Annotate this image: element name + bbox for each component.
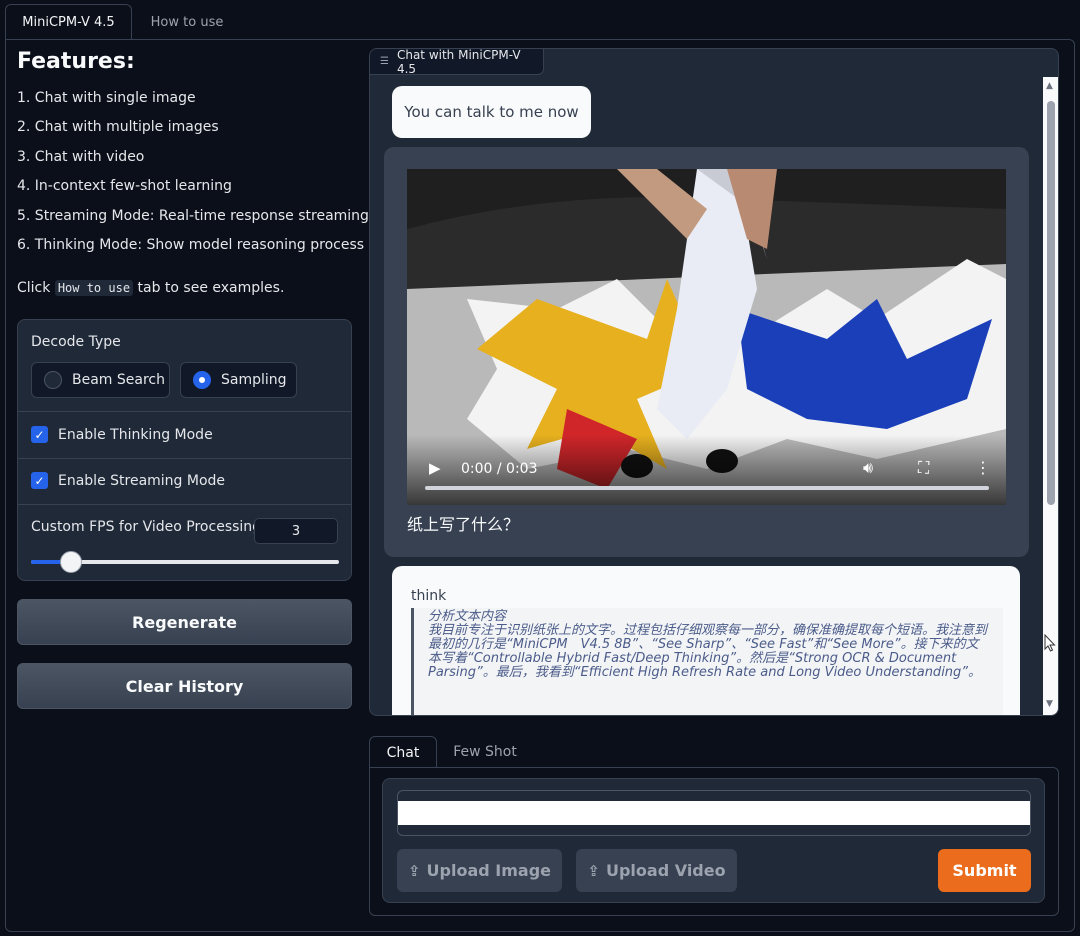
message-input[interactable] [397, 790, 1031, 836]
feature-item: 3. Chat with video [17, 149, 145, 165]
thinking-mode-checkbox-row[interactable]: ✓ Enable Thinking Mode [31, 426, 213, 443]
checkbox-label: Enable Streaming Mode [58, 472, 226, 489]
mouse-cursor-icon [1044, 634, 1056, 652]
upload-icon: ⇪ [407, 861, 421, 880]
feature-item: 1. Chat with single image [17, 90, 196, 106]
radio-label: Sampling [221, 372, 287, 388]
features-title: Features: [17, 49, 135, 74]
fps-label: Custom FPS for Video Processing [31, 519, 262, 535]
feature-item: 4. In-context few-shot learning [17, 178, 232, 194]
divider [18, 458, 351, 459]
play-icon[interactable]: ▶ [429, 459, 441, 477]
fullscreen-icon[interactable]: ⛶ [918, 458, 929, 478]
thinking-heading: 分析文本内容 [428, 609, 507, 624]
divider [18, 411, 351, 412]
upload-image-button[interactable]: ⇪ Upload Image [397, 849, 562, 892]
regenerate-button[interactable]: Regenerate [17, 599, 352, 645]
video-progress-bar[interactable] [425, 486, 989, 490]
checkbox-label: Enable Thinking Mode [58, 426, 213, 443]
feature-item: 2. Chat with multiple images [17, 119, 219, 135]
scroll-thumb[interactable] [1047, 101, 1055, 505]
hint-suffix: tab to see examples. [137, 280, 285, 296]
think-label: think [411, 588, 447, 604]
feature-item: 6. Thinking Mode: Show model reasoning p… [17, 237, 365, 253]
tab-few-shot[interactable]: Few Shot [443, 736, 527, 768]
top-tab-bar: MiniCPM-V 4.5 How to use [0, 0, 1080, 40]
tab-minicpm[interactable]: MiniCPM-V 4.5 [5, 4, 132, 40]
video-player[interactable]: ▶ 0:00 / 0:03 🔊︎ ⛶ ⋮ [407, 169, 1006, 505]
message-input-field[interactable] [398, 801, 1030, 825]
chat-icon: ☰ [380, 56, 389, 67]
volume-icon[interactable]: 🔊︎ [863, 458, 873, 478]
radio-button-selected[interactable] [193, 371, 211, 389]
hint-prefix: Click [17, 280, 51, 296]
fps-number-input[interactable]: 3 [254, 518, 338, 544]
check-icon[interactable]: ✓ [31, 426, 48, 443]
thinking-body: 我目前专注于识别纸张上的文字。过程包括仔细观察每一部分，确保准确提取每个短语。我… [428, 623, 988, 680]
feature-item: 5. Streaming Mode: Real-time response st… [17, 208, 369, 224]
upload-video-label: Upload Video [605, 861, 726, 880]
tab-how-to-use[interactable]: How to use [132, 4, 242, 40]
chatbot-label: ☰ Chat with MiniCPM-V 4.5 [370, 48, 544, 76]
video-controls: ▶ 0:00 / 0:03 🔊︎ ⛶ ⋮ [407, 435, 1006, 505]
upload-image-label: Upload Image [426, 861, 552, 880]
user-message: ▶ 0:00 / 0:03 🔊︎ ⛶ ⋮ 纸上写了什么？ [384, 147, 1029, 557]
streaming-mode-checkbox-row[interactable]: ✓ Enable Streaming Mode [31, 472, 225, 489]
scroll-down-icon[interactable]: ▼ [1046, 699, 1053, 709]
thinking-content: 分析文本内容 我目前专注于识别纸张上的文字。过程包括仔细观察每一部分，确保准确提… [411, 608, 1003, 715]
radio-label: Beam Search [72, 372, 165, 388]
bot-thinking-message: think 分析文本内容 我目前专注于识别纸张上的文字。过程包括仔细观察每一部分… [392, 566, 1020, 715]
submit-button[interactable]: Submit [938, 849, 1031, 892]
clear-history-button[interactable]: Clear History [17, 663, 352, 709]
radio-sampling[interactable]: Sampling [180, 362, 297, 398]
check-icon[interactable]: ✓ [31, 472, 48, 489]
examples-hint: Click How to use tab to see examples. [17, 280, 284, 296]
settings-panel: Decode Type Beam Search Sampling ✓ Enabl… [17, 319, 352, 581]
slider-thumb[interactable] [60, 551, 82, 573]
upload-video-button[interactable]: ⇪ Upload Video [576, 849, 737, 892]
chatbot-panel: ☰ Chat with MiniCPM-V 4.5 You can talk t… [369, 48, 1059, 716]
decode-type-label: Decode Type [31, 334, 121, 350]
hint-code: How to use [54, 280, 134, 296]
radio-button[interactable] [44, 371, 62, 389]
chat-scrollbar[interactable]: ▲ ▼ [1043, 77, 1058, 715]
user-question: 纸上写了什么？ [407, 515, 520, 534]
divider [18, 504, 351, 505]
scroll-up-icon[interactable]: ▲ [1046, 81, 1053, 91]
video-time: 0:00 / 0:03 [461, 461, 538, 477]
radio-beam-search[interactable]: Beam Search [31, 362, 170, 398]
upload-icon: ⇪ [587, 861, 600, 880]
tab-chat[interactable]: Chat [369, 736, 437, 768]
more-options-icon[interactable]: ⋮ [975, 458, 991, 477]
bot-message: You can talk to me now [392, 86, 591, 138]
fps-slider[interactable] [31, 551, 339, 573]
chatbot-label-text: Chat with MiniCPM-V 4.5 [396, 48, 521, 76]
